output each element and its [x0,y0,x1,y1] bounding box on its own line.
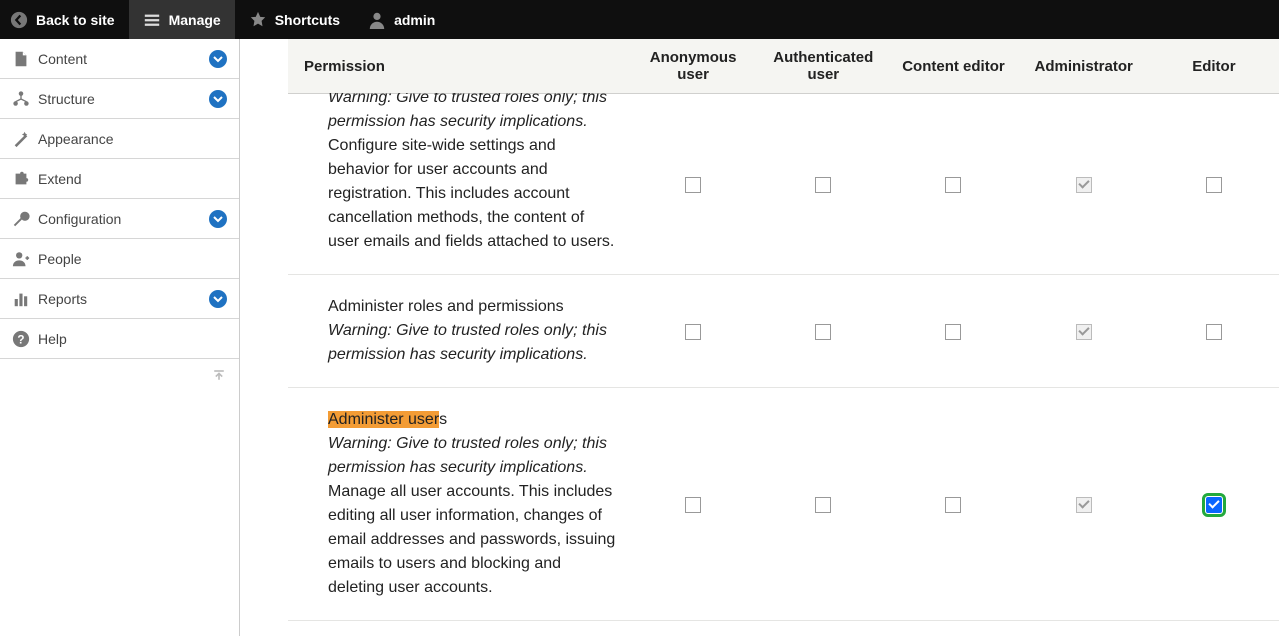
table-row: Administer roles and permissionsWarning:… [288,275,1279,388]
permission-description: Warning: Give to trusted roles only; thi… [288,94,628,275]
permission-cell [758,621,888,636]
permission-cell [628,275,758,388]
permission-checkbox[interactable] [945,324,961,340]
sidebar-item-people[interactable]: People [0,239,239,279]
sidebar-item-label: Reports [38,291,201,307]
user-label: admin [394,12,435,28]
permission-checkbox[interactable] [945,497,961,513]
table-row: Cancel own user accountNote: content may… [288,621,1279,636]
permission-cell [1149,94,1279,275]
sidebar-item-structure[interactable]: Structure [0,79,239,119]
user-icon [368,11,386,29]
permission-cell [628,621,758,636]
sidebar-item-configuration[interactable]: Configuration [0,199,239,239]
bars-icon [12,290,30,308]
column-header-anonymous: Anonymous user [628,39,758,94]
permission-cell [1149,621,1279,636]
chevron-down-icon [209,90,227,108]
sidebar-item-label: Content [38,51,201,67]
permission-cell [1019,275,1149,388]
permission-cell [1019,621,1149,636]
permission-cell [758,94,888,275]
back-to-site-button[interactable]: Back to site [0,0,129,39]
sidebar-item-help[interactable]: Help [0,319,239,359]
sidebar-item-label: Structure [38,91,201,107]
permission-cell [1149,275,1279,388]
sidebar-item-label: Appearance [38,131,227,147]
permission-description: Cancel own user accountNote: content may… [288,621,628,636]
wrench-icon [12,210,30,228]
permissions-table: Permission Anonymous user Authenticated … [288,39,1279,636]
puzzle-icon [12,170,30,188]
permission-checkbox[interactable] [685,324,701,340]
sidebar-item-label: Configuration [38,211,201,227]
star-icon [249,11,267,29]
permission-cell [1019,94,1149,275]
main-content: Permission Anonymous user Authenticated … [240,39,1279,636]
permission-checkbox[interactable] [945,177,961,193]
permission-checkbox[interactable] [815,497,831,513]
column-header-authenticated: Authenticated user [758,39,888,94]
manage-label: Manage [169,12,221,28]
permission-cell [628,94,758,275]
hamburger-icon [143,11,161,29]
permission-checkbox[interactable] [1206,177,1222,193]
manage-button[interactable]: Manage [129,0,235,39]
permission-cell [888,94,1018,275]
shortcuts-label: Shortcuts [275,12,340,28]
user-menu-button[interactable]: admin [354,0,449,39]
admin-sidebar: Content Structure Appearance Extend Configur… [0,39,240,636]
file-icon [12,50,30,68]
permission-cell [628,388,758,621]
permission-cell [888,275,1018,388]
sidebar-item-content[interactable]: Content [0,39,239,79]
permission-cell [1149,388,1279,621]
column-header-editor: Editor [1149,39,1279,94]
permission-description: Administer usersWarning: Give to trusted… [288,388,628,621]
permission-checkbox [1076,497,1092,513]
collapse-sidebar-button[interactable] [199,359,239,394]
sidebar-item-label: Extend [38,171,227,187]
permission-checkbox[interactable] [815,177,831,193]
permission-cell [1019,388,1149,621]
permission-checkbox[interactable] [685,177,701,193]
sidebar-item-label: People [38,251,227,267]
permission-checkbox[interactable] [685,497,701,513]
column-header-content-editor: Content editor [888,39,1018,94]
person-icon [12,250,30,268]
help-icon [12,330,30,348]
permission-description: Administer roles and permissionsWarning:… [288,275,628,388]
column-header-permission: Permission [288,39,628,94]
table-row: Warning: Give to trusted roles only; thi… [288,94,1279,275]
permission-cell [758,275,888,388]
chevron-down-icon [209,210,227,228]
permission-checkbox[interactable] [1206,497,1222,513]
sidebar-item-reports[interactable]: Reports [0,279,239,319]
permission-checkbox [1076,177,1092,193]
sidebar-item-label: Help [38,331,227,347]
permission-cell [758,388,888,621]
permission-checkbox [1076,324,1092,340]
wand-icon [12,130,30,148]
permission-checkbox[interactable] [815,324,831,340]
permission-checkbox[interactable] [1206,324,1222,340]
back-to-site-label: Back to site [36,12,115,28]
permission-cell [888,388,1018,621]
hierarchy-icon [12,90,30,108]
sidebar-item-extend[interactable]: Extend [0,159,239,199]
table-row: Administer usersWarning: Give to trusted… [288,388,1279,621]
column-header-administrator: Administrator [1019,39,1149,94]
chevron-down-icon [209,50,227,68]
chevron-left-icon [10,11,28,29]
admin-toolbar: Back to site Manage Shortcuts admin [0,0,1279,39]
permission-cell [888,621,1018,636]
sidebar-item-appearance[interactable]: Appearance [0,119,239,159]
shortcuts-button[interactable]: Shortcuts [235,0,354,39]
chevron-down-icon [209,290,227,308]
